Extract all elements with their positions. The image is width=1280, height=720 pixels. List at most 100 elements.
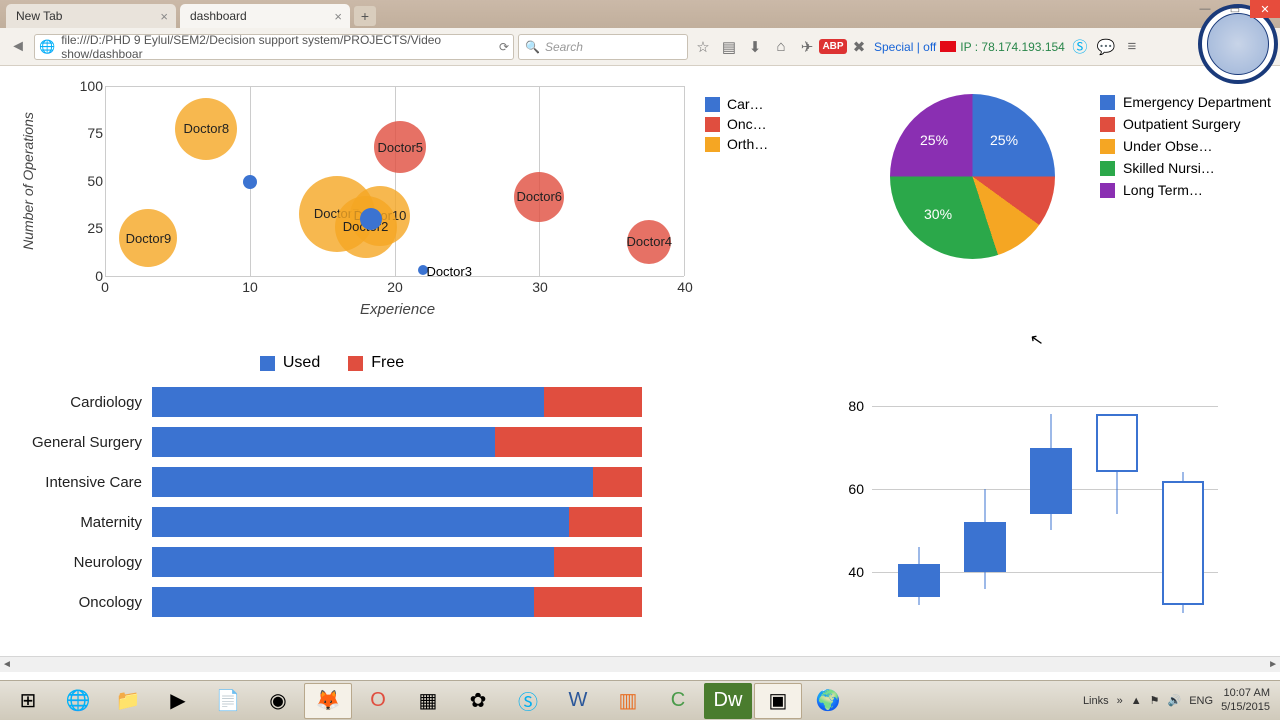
camtasia-icon[interactable]: C — [654, 683, 702, 719]
tray-links[interactable]: Links — [1083, 695, 1109, 707]
close-icon[interactable]: × — [334, 9, 342, 24]
x-icon[interactable]: ✖ — [848, 36, 870, 58]
y-tick: 40 — [838, 564, 864, 580]
pie-slice-label: 25% — [990, 132, 1018, 148]
url-bar[interactable]: 🌐 file:///D:/PHD 9 Eylul/SEM2/Decision s… — [34, 34, 514, 60]
legend-item[interactable]: Used — [260, 354, 320, 372]
bar-row[interactable]: General Surgery — [12, 422, 652, 462]
legend-item[interactable]: Long Term… — [1100, 182, 1271, 198]
legend-item[interactable]: Car… — [705, 96, 768, 112]
x-axis-label: Experience — [360, 301, 435, 318]
tray-chevron-icon[interactable]: » — [1117, 695, 1123, 707]
minimize-button[interactable]: — — [1190, 0, 1220, 18]
firefox-icon[interactable]: 🦊 — [304, 683, 352, 719]
legend-item[interactable]: Emergency Department — [1100, 94, 1271, 110]
bar-row[interactable]: Oncology — [12, 582, 652, 622]
explorer-icon[interactable]: 📁 — [104, 683, 152, 719]
pie-legend: Emergency Department Outpatient Surgery … — [1100, 94, 1271, 204]
dashboard-content: Number of Operations Doctor8 Doctor9 Doc… — [0, 66, 1280, 672]
tray-clock[interactable]: 10:07 AM5/15/2015 — [1221, 687, 1270, 713]
close-icon[interactable]: × — [160, 9, 168, 24]
dreamweaver-icon[interactable]: Dw — [704, 683, 752, 719]
bar-category-label: Intensive Care — [12, 474, 152, 491]
bar-legend: Used Free — [12, 354, 652, 372]
horizontal-scrollbar[interactable]: ◄► — [0, 656, 1280, 672]
legend-item[interactable]: Orth… — [705, 136, 768, 152]
app-icon[interactable]: ✿ — [454, 683, 502, 719]
legend-item[interactable]: Outpatient Surgery — [1100, 116, 1271, 132]
legend-item[interactable]: Free — [348, 354, 404, 372]
bar-row[interactable]: Maternity — [12, 502, 652, 542]
flag-icon — [940, 41, 956, 52]
search-box[interactable]: 🔍 Search — [518, 34, 688, 60]
ie-icon[interactable]: 🌐 — [54, 683, 102, 719]
home-icon[interactable]: ⌂ — [770, 36, 792, 58]
windows-taskbar: ⊞ 🌐 📁 ▶ 📄 ◉ 🦊 O ▦ ✿ Ⓢ W ▥ C Dw ▣ 🌍 Links… — [0, 680, 1280, 720]
tray-lang[interactable]: ENG — [1189, 695, 1213, 707]
pie-graphic[interactable]: 25% 25% 30% — [890, 94, 1055, 259]
x-tick: 10 — [242, 279, 258, 295]
skype-icon[interactable]: Ⓢ — [504, 683, 552, 719]
bubble-point[interactable] — [243, 175, 257, 189]
bar-category-label: Oncology — [12, 594, 152, 611]
bubble-point[interactable]: Doctor8 — [175, 98, 237, 160]
bar-row[interactable]: Neurology — [12, 542, 652, 582]
pie-slice-label: 25% — [920, 132, 948, 148]
notepad-icon[interactable]: 📄 — [204, 683, 252, 719]
app-icon[interactable]: ▦ — [404, 683, 452, 719]
download-icon[interactable]: ⬇ — [744, 36, 766, 58]
chrome-icon[interactable]: ◉ — [254, 683, 302, 719]
skype-icon[interactable]: Ⓢ — [1069, 36, 1091, 58]
bubble-point[interactable]: Doctor5 — [374, 121, 426, 173]
app-icon[interactable]: 🌍 — [804, 683, 852, 719]
new-tab-button[interactable]: + — [354, 6, 376, 26]
pdf-icon[interactable]: ▥ — [604, 683, 652, 719]
window-close-button[interactable]: ✕ — [1250, 0, 1280, 18]
tray-flag-icon[interactable]: ⚑ — [1150, 694, 1160, 707]
bubble-point[interactable]: Doctor6 — [514, 172, 564, 222]
app-icon[interactable]: ▣ — [754, 683, 802, 719]
bubble-point[interactable]: Doctor9 — [119, 209, 177, 267]
legend-item[interactable]: Under Obse… — [1100, 138, 1271, 154]
x-tick: 40 — [677, 279, 693, 295]
cursor-icon: ↖ — [1028, 329, 1045, 351]
bar-category-label: Neurology — [12, 554, 152, 571]
chat-icon[interactable]: 💬 — [1095, 36, 1117, 58]
word-icon[interactable]: W — [554, 683, 602, 719]
y-tick: 50 — [75, 173, 103, 189]
bubble-point[interactable]: Doctor4 — [627, 220, 671, 264]
bubble-point[interactable] — [360, 208, 382, 230]
bar-chart: Used Free CardiologyGeneral Surgery Inten… — [12, 354, 652, 622]
bar-row[interactable]: Intensive Care — [12, 462, 652, 502]
opera-icon[interactable]: O — [354, 683, 402, 719]
maximize-button[interactable]: ▭ — [1220, 0, 1250, 18]
send-icon[interactable]: ✈ — [796, 36, 818, 58]
y-axis-label: Number of Operations — [20, 112, 36, 250]
back-button[interactable]: ◄ — [6, 35, 30, 59]
tab-title: dashboard — [190, 9, 247, 23]
url-text: file:///D:/PHD 9 Eylul/SEM2/Decision sup… — [61, 33, 499, 61]
legend-item[interactable]: Onc… — [705, 116, 768, 132]
abp-icon[interactable]: ABP — [822, 36, 844, 58]
x-tick: 0 — [101, 279, 109, 295]
y-tick: 25 — [75, 220, 103, 236]
reader-icon[interactable]: ▤ — [718, 36, 740, 58]
y-tick: 80 — [838, 398, 864, 414]
bar-row[interactable]: Cardiology — [12, 382, 652, 422]
special-label[interactable]: Special | off — [874, 40, 936, 54]
bubble-legend: Car… Onc… Orth… — [705, 96, 768, 156]
tray-up-icon[interactable]: ▲ — [1131, 695, 1142, 707]
browser-tab[interactable]: dashboard × — [180, 4, 350, 28]
y-tick: 100 — [75, 78, 103, 94]
browser-tab[interactable]: New Tab × — [6, 4, 176, 28]
menu-icon[interactable]: ≡ — [1121, 36, 1143, 58]
start-button[interactable]: ⊞ — [4, 683, 52, 719]
legend-item[interactable]: Skilled Nursi… — [1100, 160, 1271, 176]
vlc-icon[interactable]: ▶ — [154, 683, 202, 719]
reload-icon[interactable]: ⟳ — [499, 40, 509, 54]
bubble-chart: Number of Operations Doctor8 Doctor9 Doc… — [20, 86, 780, 326]
bookmark-icon[interactable]: ☆ — [692, 36, 714, 58]
tray-volume-icon[interactable]: 🔊 — [1168, 694, 1182, 707]
pie-slice-label: 30% — [924, 206, 952, 222]
system-tray[interactable]: Links » ▲ ⚑ 🔊 ENG 10:07 AM5/15/2015 — [1083, 687, 1276, 713]
